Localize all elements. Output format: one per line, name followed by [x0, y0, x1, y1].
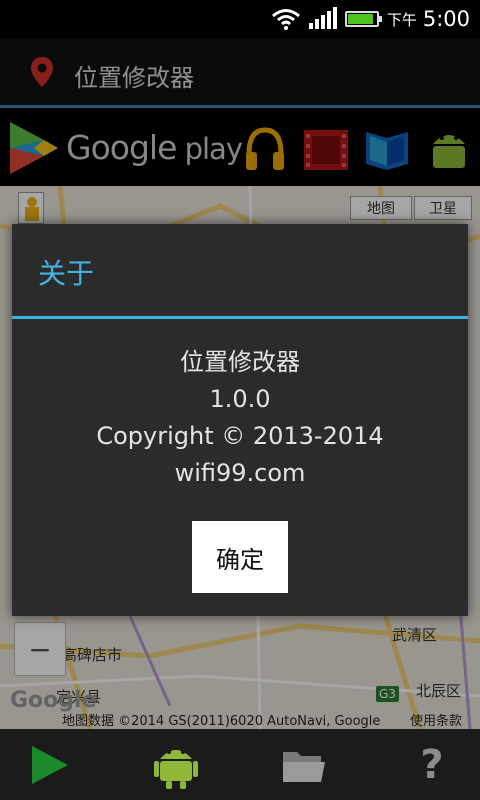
signal-icon — [308, 7, 337, 29]
status-bar: 下午 5:00 — [0, 0, 480, 38]
wifi-icon — [271, 9, 300, 30]
bottom-toolbar: ? — [0, 729, 480, 800]
dialog-copyright: Copyright © 2013-2014 — [96, 422, 384, 450]
android-icon — [154, 750, 198, 789]
dialog-version: 1.0.0 — [209, 385, 271, 413]
help-button[interactable]: ? — [408, 741, 456, 789]
dialog-body: 位置修改器 1.0.0 Copyright © 2013-2014 wifi99… — [12, 344, 468, 492]
status-icons: 下午 5:00 — [271, 0, 470, 38]
dialog-divider — [12, 316, 468, 319]
battery-level — [347, 14, 373, 24]
ok-button[interactable]: 确定 — [192, 521, 288, 593]
open-folder-button[interactable] — [280, 741, 328, 789]
play-icon — [32, 746, 68, 784]
help-icon: ? — [420, 742, 444, 788]
dialog-app-name: 位置修改器 — [180, 348, 300, 376]
android-button[interactable] — [152, 741, 200, 789]
about-dialog: 关于 位置修改器 1.0.0 Copyright © 2013-2014 wif… — [12, 224, 468, 616]
dialog-title: 关于 — [38, 257, 95, 290]
folder-icon — [283, 752, 325, 782]
battery-icon — [344, 11, 382, 27]
status-time: 5:00 — [422, 7, 470, 31]
play-button[interactable] — [24, 741, 72, 789]
status-ampm: 下午 — [386, 10, 417, 29]
dialog-website: wifi99.com — [174, 459, 306, 487]
